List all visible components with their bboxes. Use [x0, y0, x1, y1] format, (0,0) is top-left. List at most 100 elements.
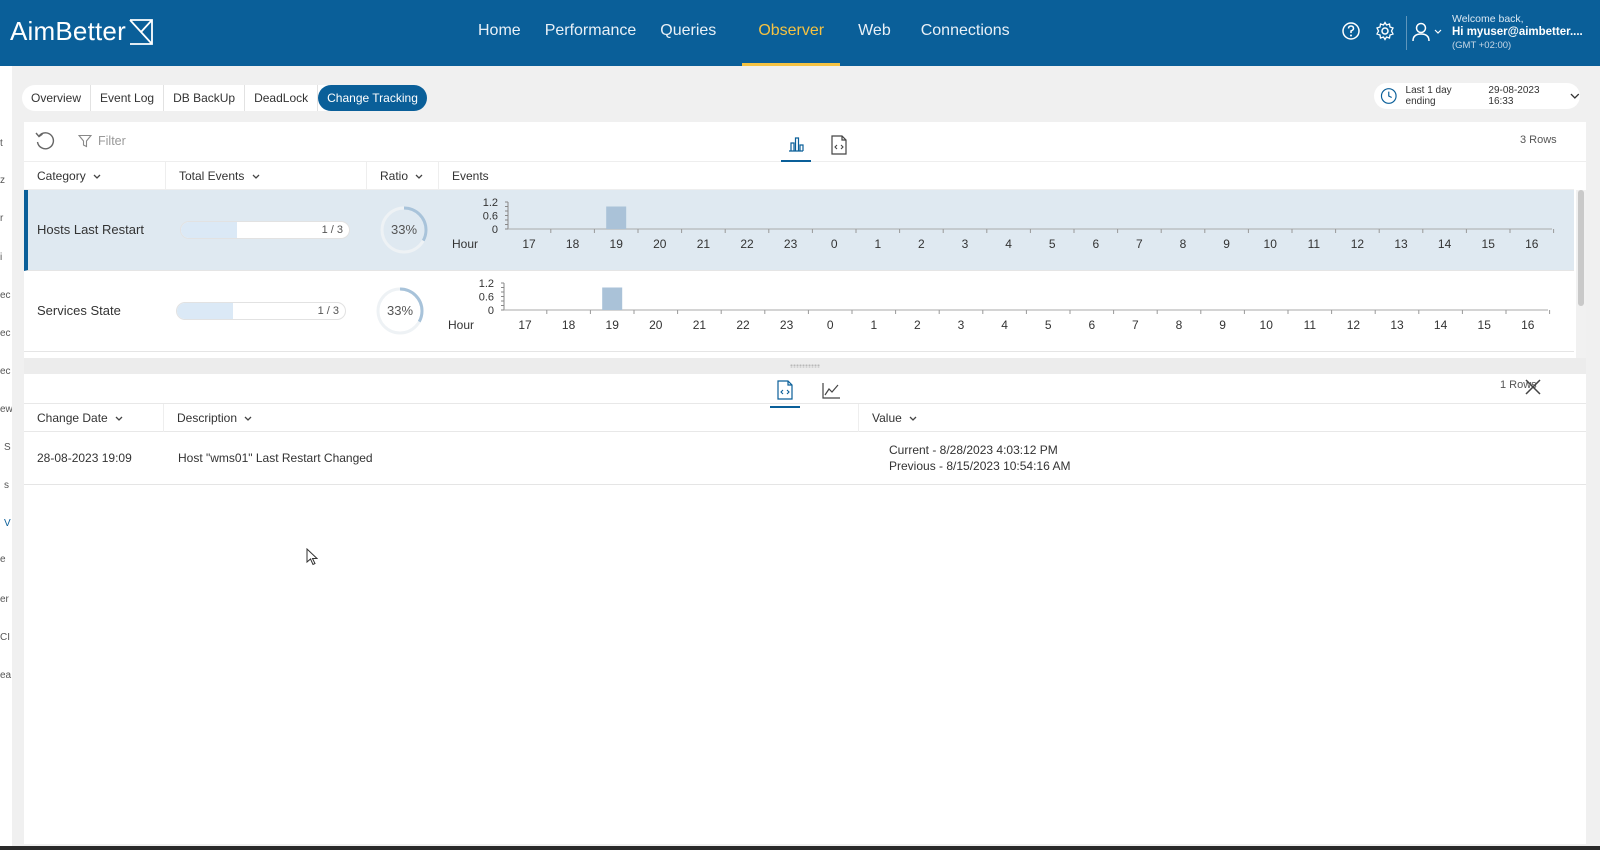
nav-connections[interactable]: Connections — [909, 0, 1022, 66]
sidebar-fragment[interactable]: V — [4, 518, 11, 529]
user-info[interactable]: Welcome back, Hi myuser@aimbetter.... (G… — [1452, 13, 1583, 52]
line-chart-icon — [822, 383, 840, 399]
sidebar-fragment[interactable]: ew — [0, 404, 12, 415]
sidebar-fragment[interactable]: z — [0, 175, 5, 186]
x-tick-label: 12 — [1351, 237, 1365, 251]
column-label: Events — [452, 169, 489, 183]
close-icon[interactable] — [1524, 378, 1542, 401]
chevron-down-icon — [1434, 29, 1442, 34]
sidebar-fragment[interactable]: r — [0, 213, 3, 224]
x-tick-label: 8 — [1180, 237, 1187, 251]
main-nav: Home Performance Queries Observer Web Co… — [466, 0, 1022, 66]
x-tick-label: 13 — [1394, 237, 1408, 251]
category-name: Hosts Last Restart — [37, 222, 144, 237]
line-chart-view-button[interactable] — [816, 374, 846, 408]
column-header-change-date[interactable]: Change Date — [24, 404, 164, 432]
total-events-progress: 1 / 3 — [176, 302, 346, 320]
tab-change-tracking[interactable]: Change Tracking — [318, 85, 427, 111]
vertical-scrollbar[interactable] — [1576, 190, 1586, 358]
nav-performance[interactable]: Performance — [533, 0, 649, 66]
refresh-icon[interactable] — [34, 130, 56, 157]
sidebar-fragment[interactable]: ec — [0, 290, 11, 301]
column-header-total-events[interactable]: Total Events — [166, 162, 367, 190]
user-menu-button[interactable] — [1412, 22, 1442, 42]
sidebar-fragment[interactable]: ea — [0, 670, 11, 681]
sidebar-fragment[interactable]: i — [0, 252, 2, 263]
event-bar[interactable] — [602, 287, 623, 311]
filter-input[interactable]: Filter — [78, 134, 126, 148]
y-tick-label: 0 — [492, 224, 498, 236]
user-timezone: (GMT +02:00) — [1452, 40, 1512, 51]
user-name: Hi myuser@aimbetter.... — [1452, 26, 1583, 38]
tab-deadlock[interactable]: DeadLock — [245, 85, 319, 111]
column-header-ratio[interactable]: Ratio — [367, 162, 439, 190]
code-view-button[interactable] — [824, 128, 854, 162]
nav-home[interactable]: Home — [466, 0, 533, 66]
rows-count: 3 Rows — [1520, 134, 1557, 146]
column-header-category[interactable]: Category — [24, 162, 166, 190]
table-row[interactable]: 28-08-2023 19:09 Host "wms01" Last Resta… — [24, 432, 1586, 485]
aimbetter-logo[interactable]: AimBetter — [10, 16, 154, 47]
sidebar-fragment[interactable]: e — [0, 554, 6, 565]
chevron-down-icon — [93, 174, 101, 179]
tab-db-backup[interactable]: DB BackUp — [164, 85, 246, 111]
nav-observer[interactable]: Observer — [742, 0, 840, 66]
x-tick-label: 4 — [1001, 318, 1008, 332]
gear-icon[interactable] — [1374, 20, 1396, 42]
chevron-down-icon — [1570, 93, 1580, 99]
progress-text: 1 / 3 — [317, 305, 339, 317]
time-range-label: Last 1 day ending — [1405, 85, 1452, 107]
time-range-picker[interactable]: Last 1 day ending 29-08-2023 16:33 — [1374, 83, 1580, 109]
ratio-value: 33% — [386, 303, 414, 318]
x-tick-label: 16 — [1521, 318, 1535, 332]
help-icon[interactable] — [1340, 20, 1362, 42]
logo-text: AimBetter — [10, 16, 126, 46]
x-tick-label: 5 — [1045, 318, 1052, 332]
y-tick-label: 1.2 — [479, 278, 494, 290]
time-range-date: 29-08-2023 16:33 — [1488, 85, 1540, 107]
x-tick-label: 15 — [1482, 237, 1496, 251]
table-row[interactable]: Hosts Last Restart 1 / 3 33% 1.2 0.6 0 17 18… — [24, 190, 1574, 271]
x-tick-label: 18 — [562, 318, 576, 332]
sidebar-fragment[interactable]: ec — [0, 366, 11, 377]
sidebar-fragment[interactable]: s — [4, 480, 9, 491]
sidebar-fragment[interactable]: er — [0, 594, 9, 605]
category-grid-header: Category Total Events Ratio Events — [24, 162, 1574, 190]
x-tick-label: 5 — [1049, 237, 1056, 251]
panel-splitter[interactable] — [24, 358, 1586, 374]
tab-event-log[interactable]: Event Log — [91, 85, 165, 111]
details-panel: 1 Rows Change Date Description Value 28-… — [24, 374, 1586, 844]
x-tick-label: 7 — [1136, 237, 1143, 251]
tab-overview[interactable]: Overview — [22, 85, 92, 111]
column-label: Change Date — [37, 411, 108, 425]
event-bar[interactable] — [606, 206, 627, 230]
x-tick-label: 21 — [693, 318, 707, 332]
ratio-value: 33% — [390, 222, 418, 237]
logo-mark-icon — [129, 18, 153, 45]
chevron-down-icon — [115, 416, 123, 421]
column-label: Description — [177, 411, 238, 425]
sidebar-fragment[interactable]: ec — [0, 328, 11, 339]
ratio-gauge: 33% — [378, 204, 430, 256]
sidebar-fragment[interactable]: t — [0, 138, 3, 149]
mouse-cursor-icon — [306, 547, 319, 571]
code-view-button[interactable] — [770, 374, 800, 408]
x-tick-label: 4 — [1005, 237, 1012, 251]
splitter-grip[interactable] — [790, 364, 820, 368]
x-tick-label: 20 — [649, 318, 663, 332]
nav-queries[interactable]: Queries — [648, 0, 742, 66]
code-file-icon — [831, 135, 847, 155]
details-toolbar: 1 Rows — [24, 374, 1586, 408]
table-row[interactable]: Services State 1 / 3 33% 1.2 0.6 0 17 18 19 20… — [24, 271, 1574, 352]
column-header-value[interactable]: Value — [859, 404, 1586, 432]
x-tick-label: 2 — [918, 237, 925, 251]
nav-web[interactable]: Web — [840, 0, 909, 66]
scrollbar-thumb[interactable] — [1578, 190, 1584, 306]
x-tick-label: 2 — [914, 318, 921, 332]
sidebar-fragment[interactable]: CI — [0, 632, 10, 643]
x-tick-label: 22 — [736, 318, 750, 332]
column-header-description[interactable]: Description — [164, 404, 859, 432]
chart-view-button[interactable] — [781, 128, 811, 162]
value-current: Current - 8/28/2023 4:03:12 PM — [889, 443, 1058, 457]
sidebar-fragment[interactable]: S — [4, 442, 11, 453]
